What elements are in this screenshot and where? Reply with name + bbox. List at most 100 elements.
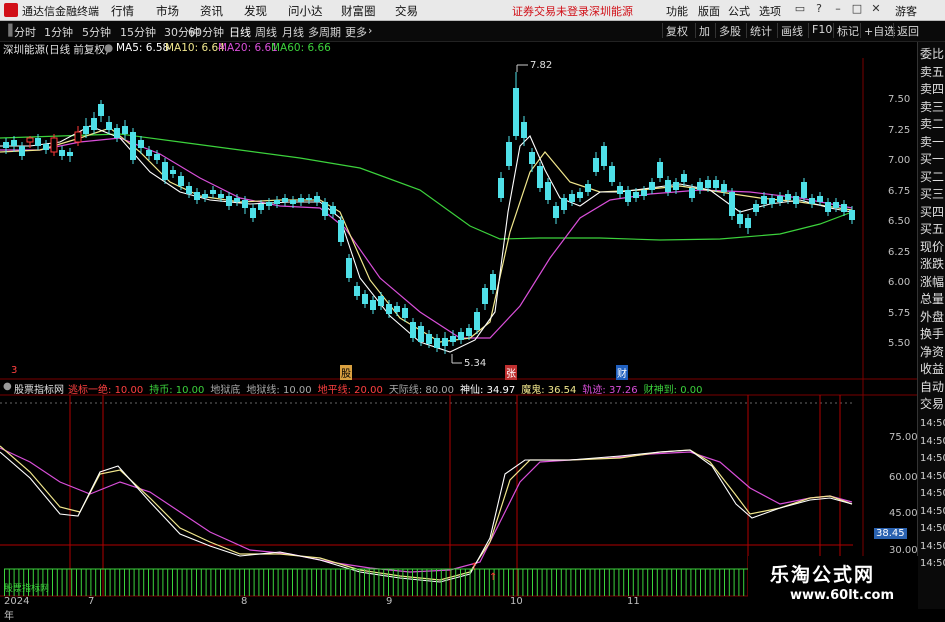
side-panel-item[interactable]: 委比	[920, 45, 944, 62]
login-notice[interactable]: 证券交易未登录	[512, 3, 589, 19]
side-panel-item[interactable]: 卖四	[920, 80, 944, 97]
capital-bar	[76, 569, 77, 596]
indicator-item: 轨迹: 37.26	[582, 385, 638, 396]
side-panel-item[interactable]: 买一	[920, 150, 944, 167]
add-button[interactable]: 加	[695, 23, 713, 38]
capital-bar	[412, 569, 413, 596]
side-panel-item[interactable]: 买三	[920, 185, 944, 202]
menu-market[interactable]: 市场	[156, 3, 179, 19]
side-panel-item[interactable]: 净资	[920, 343, 944, 360]
side-panel-item[interactable]: 自动	[920, 378, 944, 395]
candle-body	[537, 166, 543, 188]
side-panel-item[interactable]: 卖一	[920, 133, 944, 150]
candle-body	[258, 204, 264, 210]
capital-bar	[244, 569, 245, 596]
tab-daily[interactable]: 日线	[229, 24, 251, 40]
back-button[interactable]: 返回	[893, 23, 922, 38]
help-icon[interactable]: ?	[812, 2, 826, 16]
guest-account[interactable]: 游客	[895, 3, 917, 19]
stats-button[interactable]: 统计	[746, 23, 775, 38]
tab-monthly[interactable]: 月线	[282, 24, 304, 40]
menu-ask[interactable]: 问小达	[288, 3, 323, 19]
side-panel-item[interactable]: 收益	[920, 360, 944, 377]
candle-body	[234, 198, 240, 202]
current-indicator-value: 38.45	[874, 528, 907, 539]
event-marker[interactable]: 财	[616, 365, 628, 380]
capital-bar	[522, 569, 524, 596]
side-panel-item[interactable]: 买四	[920, 203, 944, 220]
side-panel-item[interactable]: 卖五	[920, 63, 944, 80]
menu-options[interactable]: 选项	[759, 3, 781, 19]
event-marker[interactable]: 张	[505, 365, 517, 380]
tab-multi-period[interactable]: 多周期	[308, 24, 341, 40]
side-panel-item[interactable]: 买五	[920, 220, 944, 237]
current-stock-notice[interactable]: 深圳能源	[589, 3, 633, 19]
tab-intraday[interactable]: 分时	[14, 24, 36, 40]
side-panel-item[interactable]: 外盘	[920, 308, 944, 325]
side-panel-item[interactable]: 卖三	[920, 98, 944, 115]
capital-bar	[508, 569, 509, 596]
capital-bar	[661, 569, 663, 596]
capital-bar	[95, 569, 97, 596]
high-price-label: 7.82	[530, 60, 552, 71]
candle-body	[370, 300, 376, 310]
indicator-name[interactable]: 股票指标网	[14, 381, 64, 396]
draw-line-button[interactable]: 画线	[777, 23, 806, 38]
indicator-settings-icon[interactable]: ●	[3, 381, 12, 392]
capital-bar	[354, 569, 356, 596]
menu-formula[interactable]: 公式	[728, 3, 750, 19]
tab-60min[interactable]: 60分钟	[188, 24, 224, 40]
f10-button[interactable]: F10	[808, 23, 835, 38]
capital-bar	[52, 569, 53, 596]
multi-stock-button[interactable]: 多股	[715, 23, 744, 38]
more-chevron-icon[interactable]: ›	[368, 24, 372, 37]
date-tick: 2024年	[4, 596, 30, 622]
mark-button[interactable]: 标记	[833, 23, 862, 38]
candle-body	[785, 194, 791, 200]
side-panel-item[interactable]: 涨跌	[920, 255, 944, 272]
side-panel-item[interactable]: 卖二	[920, 115, 944, 132]
candle-body	[43, 144, 49, 150]
menu-news[interactable]: 资讯	[200, 3, 223, 19]
menu-layout[interactable]: 版面	[698, 3, 720, 19]
kline-chart[interactable]: 7.82 5.34 ↑ ↑	[0, 42, 917, 609]
tab-more[interactable]: 更多	[345, 24, 367, 40]
candle-body	[50, 137, 58, 153]
tab-15min[interactable]: 15分钟	[120, 24, 156, 40]
tab-1min[interactable]: 1分钟	[44, 24, 73, 40]
price-tick: 6.00	[888, 277, 911, 288]
minimize-all-icon[interactable]: ▭	[793, 2, 807, 16]
adjust-button[interactable]: 复权	[662, 23, 691, 38]
side-panel-item[interactable]: 涨幅	[920, 273, 944, 290]
event-marker[interactable]: 3	[11, 365, 17, 376]
close-icon[interactable]: ✕	[869, 2, 883, 16]
trajectory-line	[0, 447, 853, 573]
capital-bar	[714, 569, 716, 596]
candle-body	[705, 180, 711, 188]
event-marker[interactable]: 股	[340, 365, 352, 380]
capital-bar	[709, 569, 711, 596]
menu-function[interactable]: 功能	[666, 3, 688, 19]
side-panel-item[interactable]: 换手	[920, 325, 944, 342]
menu-quotes[interactable]: 行情	[111, 3, 134, 19]
capital-bar	[316, 569, 317, 596]
capital-bar	[80, 569, 82, 596]
side-panel-item[interactable]: 买二	[920, 168, 944, 185]
candle-body	[809, 198, 815, 204]
menu-trade[interactable]: 交易	[395, 3, 418, 19]
capital-bar	[685, 569, 687, 596]
side-panel-item[interactable]: 总量	[920, 290, 944, 307]
minimize-icon[interactable]: –	[831, 2, 845, 16]
period-toolbar: ▐ 分时 1分钟 5分钟 15分钟 30分钟 60分钟 日线 周线 月线 多周期…	[0, 21, 945, 42]
capital-bar	[143, 569, 145, 596]
side-panel-item[interactable]: 现价	[920, 238, 944, 255]
side-panel-item[interactable]: 交易	[920, 395, 944, 412]
maximize-icon[interactable]: □	[850, 2, 864, 16]
tab-5min[interactable]: 5分钟	[82, 24, 111, 40]
indicator-item: 财神到: 0.00	[643, 385, 703, 396]
menu-wealth[interactable]: 财富圈	[341, 3, 376, 19]
tab-weekly[interactable]: 周线	[255, 24, 277, 40]
capital-bar	[608, 569, 610, 596]
menu-discover[interactable]: 发现	[244, 3, 267, 19]
capital-bar	[719, 569, 721, 596]
